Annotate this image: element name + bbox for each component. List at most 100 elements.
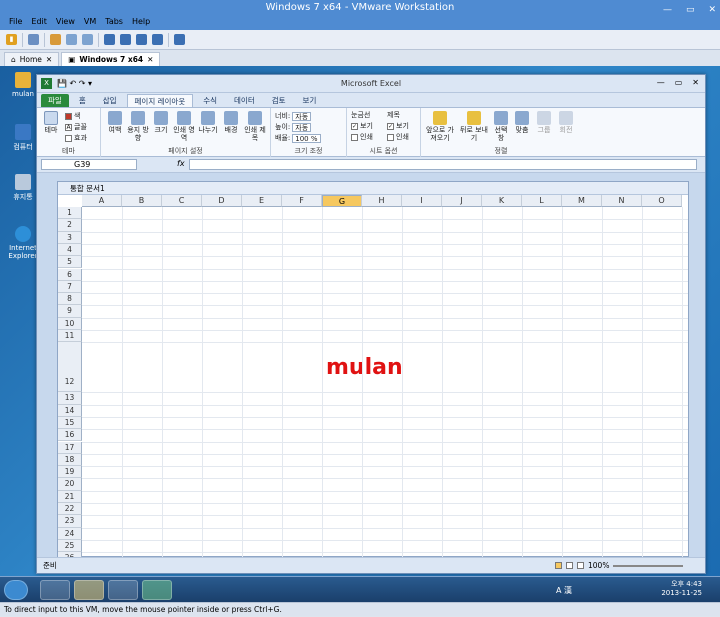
breaks-button[interactable]: 나누기 xyxy=(197,111,219,134)
gridlines-print-checkbox[interactable]: 인쇄 xyxy=(351,132,373,142)
power-icon[interactable]: ▮ xyxy=(6,34,17,45)
send-backward-button[interactable]: 뒤로 보내기 xyxy=(459,111,489,142)
row-header[interactable]: 1 xyxy=(58,207,82,220)
zoom-level[interactable]: 100% xyxy=(588,558,609,573)
row-header[interactable]: 19 xyxy=(58,466,82,479)
menu-tabs[interactable]: Tabs xyxy=(102,16,129,30)
row-header[interactable]: 25 xyxy=(58,539,82,553)
bring-forward-button[interactable]: 앞으로 가져오기 xyxy=(423,111,457,142)
selection-pane-button[interactable]: 선택 창 xyxy=(491,111,511,142)
insert-function-icon[interactable]: fx xyxy=(177,159,185,168)
menu-help[interactable]: Help xyxy=(129,16,156,30)
row-header[interactable]: 8 xyxy=(58,293,82,306)
column-header[interactable]: O xyxy=(642,195,682,207)
snapshot-manager-icon[interactable] xyxy=(82,34,93,45)
rotate-button[interactable]: 회전 xyxy=(557,111,575,134)
scale-control[interactable]: 배율: 100 % xyxy=(275,133,321,143)
row-header[interactable]: 10 xyxy=(58,317,82,330)
page-layout-view-icon[interactable] xyxy=(566,562,573,569)
menu-vm[interactable]: VM xyxy=(81,16,102,30)
menu-edit[interactable]: Edit xyxy=(28,16,53,30)
page-break-view-icon[interactable] xyxy=(577,562,584,569)
console-view-icon[interactable] xyxy=(174,34,185,45)
normal-view-icon[interactable] xyxy=(555,562,562,569)
formula-input[interactable] xyxy=(189,159,697,170)
row-header[interactable]: 6 xyxy=(58,268,82,281)
tab-view[interactable]: 보기 xyxy=(296,94,324,107)
unity-icon[interactable] xyxy=(152,34,163,45)
tab-page-layout[interactable]: 페이지 레이아웃 xyxy=(126,94,194,107)
height-control[interactable]: 높이: 자동 xyxy=(275,122,312,132)
row-header[interactable]: 2 xyxy=(58,219,82,232)
tab-windows7[interactable]: ▣ Windows 7 x64 ✕ xyxy=(61,52,161,67)
headings-print-checkbox[interactable]: 인쇄 xyxy=(387,132,409,142)
row-header[interactable]: 15 xyxy=(58,416,82,430)
name-box[interactable]: G39 xyxy=(41,159,137,170)
desktop-icon-computer[interactable]: 컴퓨터 xyxy=(8,124,38,152)
row-header[interactable]: 14 xyxy=(58,404,82,417)
row-header[interactable]: 24 xyxy=(58,527,82,540)
row-header[interactable]: 16 xyxy=(58,429,82,442)
print-titles-button[interactable]: 인쇄 제목 xyxy=(244,111,266,142)
theme-fonts-button[interactable]: A 글꼴 xyxy=(65,122,87,132)
column-header[interactable]: G xyxy=(322,195,362,207)
tab-file[interactable]: 파일 xyxy=(41,94,69,107)
theme-effects-button[interactable]: 효과 xyxy=(65,133,87,143)
close-tab-icon[interactable]: ✕ xyxy=(147,53,153,67)
column-header[interactable]: H xyxy=(362,195,402,207)
close-tab-icon[interactable]: ✕ xyxy=(46,53,52,67)
tab-home[interactable]: 홈 xyxy=(72,94,93,107)
worksheet-grid[interactable]: ABCDEFGHIJKLMNO 1 2 3 4 5 6 7 8 9 10 11 12 13 14 15 16 1… xyxy=(58,195,688,557)
taskbar-explorer-icon[interactable] xyxy=(74,580,104,600)
language-indicator[interactable]: A 漢 xyxy=(556,585,572,596)
tab-home[interactable]: ⌂ Home ✕ xyxy=(4,52,60,67)
column-header[interactable]: N xyxy=(602,195,642,207)
row-header[interactable]: 11 xyxy=(58,330,82,343)
scale-input[interactable]: 100 % xyxy=(292,133,321,143)
desktop-icon-mulan[interactable]: mulan xyxy=(8,72,38,98)
column-header[interactable]: M xyxy=(562,195,602,207)
zoom-slider[interactable] xyxy=(613,564,684,567)
gridlines-view-checkbox[interactable]: ✓ 보기 xyxy=(351,121,373,131)
row-header[interactable]: 21 xyxy=(58,490,82,503)
group-button[interactable]: 그룹 xyxy=(535,111,553,134)
minimize-icon[interactable]: — xyxy=(657,78,665,87)
taskbar-ie-icon[interactable] xyxy=(40,580,70,600)
close-icon[interactable]: ✕ xyxy=(692,78,699,87)
headings-view-checkbox[interactable]: ✓ 보기 xyxy=(387,121,409,131)
taskbar-excel-icon[interactable] xyxy=(142,580,172,600)
row-header[interactable]: 17 xyxy=(58,441,82,454)
margins-button[interactable]: 여백 xyxy=(105,111,125,134)
row-header[interactable]: 20 xyxy=(58,478,82,491)
height-select[interactable]: 자동 xyxy=(292,122,312,132)
taskbar-media-player-icon[interactable] xyxy=(108,580,138,600)
tab-review[interactable]: 검토 xyxy=(265,94,293,107)
column-header[interactable]: I xyxy=(402,195,442,207)
width-control[interactable]: 너비: 자동 xyxy=(275,111,312,121)
full-screen-icon[interactable] xyxy=(136,34,147,45)
column-header[interactable]: D xyxy=(202,195,242,207)
orientation-button[interactable]: 용지 방향 xyxy=(127,111,149,142)
theme-colors-button[interactable]: 색 xyxy=(65,111,80,121)
revert-snapshot-icon[interactable] xyxy=(66,34,77,45)
column-header[interactable]: A xyxy=(82,195,122,207)
column-header[interactable]: C xyxy=(162,195,202,207)
column-header[interactable]: F xyxy=(282,195,322,207)
menu-file[interactable]: File xyxy=(6,16,28,30)
column-header[interactable]: J xyxy=(442,195,482,207)
thumbnail-icon[interactable] xyxy=(120,34,131,45)
print-area-button[interactable]: 인쇄 영역 xyxy=(173,111,195,142)
background-button[interactable]: 배경 xyxy=(221,111,241,134)
row-header[interactable]: 22 xyxy=(58,503,82,516)
clock[interactable]: 오후 4:43 2013-11-25 xyxy=(661,580,702,598)
tab-formulas[interactable]: 수식 xyxy=(196,94,224,107)
column-header[interactable]: E xyxy=(242,195,282,207)
tab-insert[interactable]: 삽입 xyxy=(96,94,124,107)
row-header[interactable]: 9 xyxy=(58,305,82,318)
tab-data[interactable]: 데이터 xyxy=(227,94,262,107)
row-header[interactable]: 7 xyxy=(58,280,82,294)
width-select[interactable]: 자동 xyxy=(292,111,312,121)
row-header[interactable]: 5 xyxy=(58,256,82,269)
column-header[interactable]: K xyxy=(482,195,522,207)
start-button[interactable] xyxy=(4,580,28,600)
